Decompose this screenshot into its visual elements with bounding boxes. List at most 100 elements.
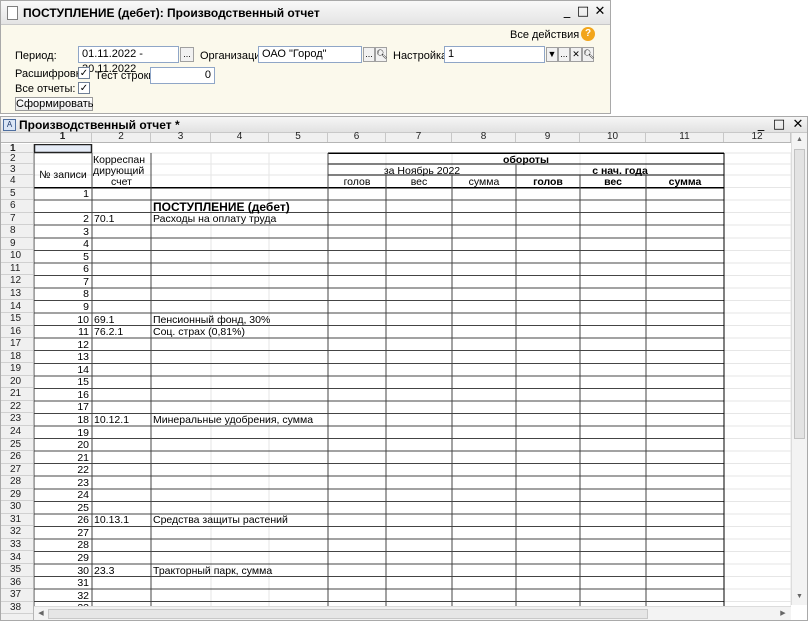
report-title: ПОСТУПЛЕНИЕ (дебет) bbox=[153, 199, 290, 214]
row-header-7[interactable]: 7 bbox=[1, 213, 33, 226]
all-actions-label: Все действия bbox=[510, 29, 580, 41]
row-header-9[interactable]: 9 bbox=[1, 238, 33, 251]
row-header-20[interactable]: 20 bbox=[1, 376, 33, 389]
detail-checkbox[interactable]: ✓ bbox=[78, 67, 90, 79]
test-row-field[interactable]: 0 bbox=[150, 67, 215, 84]
column-header-9[interactable]: 9 bbox=[516, 132, 580, 142]
row-header-14[interactable]: 14 bbox=[1, 301, 33, 314]
column-header-bar: 1 2 3 4 5 6 7 8 9 10 11 12 bbox=[1, 132, 791, 143]
column-header-8[interactable]: 8 bbox=[452, 132, 516, 142]
scroll-down-icon[interactable]: ▼ bbox=[792, 590, 807, 604]
maximize-icon[interactable]: □ bbox=[575, 4, 591, 20]
row-header-10[interactable]: 10 bbox=[1, 250, 33, 263]
setting-clear-icon[interactable]: ✕ bbox=[570, 47, 582, 62]
row-header-6[interactable]: 6 bbox=[1, 200, 33, 213]
period-field[interactable]: 01.11.2022 - 30.11.2022 bbox=[78, 46, 179, 75]
row-header-30[interactable]: 30 bbox=[1, 501, 33, 514]
row-header-13[interactable]: 13 bbox=[1, 288, 33, 301]
row-header-3[interactable]: 3 bbox=[1, 164, 33, 175]
period-select-button[interactable]: ... bbox=[180, 47, 194, 62]
row-header-27[interactable]: 27 bbox=[1, 464, 33, 477]
column-header-1[interactable]: 1 bbox=[34, 132, 92, 142]
row-header-4[interactable]: 4 bbox=[1, 175, 33, 188]
vertical-scroll-thumb[interactable] bbox=[794, 149, 805, 439]
organization-search-icon[interactable]: 🔍︎ bbox=[375, 47, 387, 62]
row-header-5[interactable]: 5 bbox=[1, 188, 33, 201]
organization-field[interactable]: ОАО "Город" bbox=[258, 46, 362, 63]
row-header-36[interactable]: 36 bbox=[1, 577, 33, 590]
record-number: 29 bbox=[77, 552, 89, 564]
close-icon[interactable]: ✕ bbox=[790, 117, 806, 133]
minimize-icon[interactable]: _ bbox=[559, 4, 575, 20]
column-header-3[interactable]: 3 bbox=[151, 132, 211, 142]
record-number: 24 bbox=[77, 489, 89, 502]
maximize-icon[interactable]: □ bbox=[771, 117, 787, 133]
horizontal-scroll-thumb[interactable] bbox=[48, 609, 648, 619]
record-number: 31 bbox=[77, 577, 89, 590]
setting-select-button[interactable]: ... bbox=[558, 47, 570, 62]
header-sum-year: сумма bbox=[668, 175, 702, 188]
row-header-18[interactable]: 18 bbox=[1, 351, 33, 364]
row-header-8[interactable]: 8 bbox=[1, 225, 33, 238]
row-header-38[interactable]: 38 bbox=[1, 602, 33, 615]
row-header-24[interactable]: 24 bbox=[1, 426, 33, 439]
row-header-2[interactable]: 2 bbox=[1, 153, 33, 164]
row-header-12[interactable]: 12 bbox=[1, 275, 33, 288]
record-number: 26 bbox=[77, 514, 89, 527]
record-number: 28 bbox=[77, 539, 89, 552]
organization-select-button[interactable]: ... bbox=[363, 47, 375, 62]
vertical-scrollbar[interactable]: ▲ ▼ bbox=[791, 133, 807, 605]
scroll-right-icon[interactable]: ▶ bbox=[776, 607, 790, 620]
row-header-29[interactable]: 29 bbox=[1, 489, 33, 502]
horizontal-scrollbar[interactable]: ◀ ▶ bbox=[34, 606, 791, 620]
build-report-button[interactable]: Сформировать bbox=[15, 97, 94, 111]
row-header-17[interactable]: 17 bbox=[1, 338, 33, 351]
header-heads: голов bbox=[343, 175, 371, 188]
scroll-left-icon[interactable]: ◀ bbox=[34, 607, 48, 620]
column-header-2[interactable]: 2 bbox=[92, 132, 151, 142]
scroll-up-icon[interactable]: ▲ bbox=[792, 133, 807, 147]
row-header-22[interactable]: 22 bbox=[1, 401, 33, 414]
column-header-5[interactable]: 5 bbox=[269, 132, 328, 142]
column-header-11[interactable]: 11 bbox=[646, 132, 724, 142]
row-header-1[interactable]: 1 bbox=[1, 144, 33, 154]
column-header-6[interactable]: 6 bbox=[328, 132, 386, 142]
record-number: 12 bbox=[77, 338, 89, 351]
column-header-12[interactable]: 12 bbox=[724, 132, 791, 142]
document-icon bbox=[7, 6, 18, 20]
all-actions-menu[interactable]: Все действия ▼ bbox=[510, 29, 590, 41]
entry-name: Средства защиты растений bbox=[153, 514, 288, 527]
setting-field[interactable]: 1 bbox=[444, 46, 545, 63]
row-header-32[interactable]: 32 bbox=[1, 526, 33, 539]
row-header-37[interactable]: 37 bbox=[1, 589, 33, 602]
spreadsheet-grid[interactable]: № записи Корреспан дирующий счет обороты за Н… bbox=[34, 144, 791, 606]
setting-search-icon[interactable]: 🔍︎ bbox=[582, 47, 594, 62]
row-header-11[interactable]: 11 bbox=[1, 263, 33, 276]
header-corr-line3: счет bbox=[111, 175, 132, 188]
all-reports-checkbox[interactable]: ✓ bbox=[78, 82, 90, 94]
setting-dropdown-icon[interactable]: ▼ bbox=[546, 47, 558, 62]
row-header-16[interactable]: 16 bbox=[1, 326, 33, 339]
column-header-7[interactable]: 7 bbox=[386, 132, 452, 142]
column-header-10[interactable]: 10 bbox=[580, 132, 646, 142]
row-header-23[interactable]: 23 bbox=[1, 413, 33, 426]
record-number: 23 bbox=[77, 476, 89, 489]
row-header-26[interactable]: 26 bbox=[1, 451, 33, 464]
row-header-31[interactable]: 31 bbox=[1, 514, 33, 527]
column-header-4[interactable]: 4 bbox=[211, 132, 269, 142]
row-header-35[interactable]: 35 bbox=[1, 564, 33, 577]
row-header-28[interactable]: 28 bbox=[1, 476, 33, 489]
row-header-19[interactable]: 19 bbox=[1, 363, 33, 376]
row-header-15[interactable]: 15 bbox=[1, 313, 33, 326]
row-header-33[interactable]: 33 bbox=[1, 539, 33, 552]
header-weight-year: вес bbox=[604, 175, 622, 188]
help-icon[interactable]: ? bbox=[581, 27, 595, 41]
record-number: 4 bbox=[83, 238, 89, 251]
row-header-21[interactable]: 21 bbox=[1, 388, 33, 401]
record-number: 11 bbox=[78, 326, 89, 339]
close-icon[interactable]: ✕ bbox=[592, 4, 608, 20]
row-header-34[interactable]: 34 bbox=[1, 552, 33, 565]
settings-window-titlebar: ПОСТУПЛЕНИЕ (дебет): Производственный от… bbox=[1, 1, 610, 25]
row-header-25[interactable]: 25 bbox=[1, 439, 33, 452]
selected-cell[interactable] bbox=[34, 144, 93, 154]
